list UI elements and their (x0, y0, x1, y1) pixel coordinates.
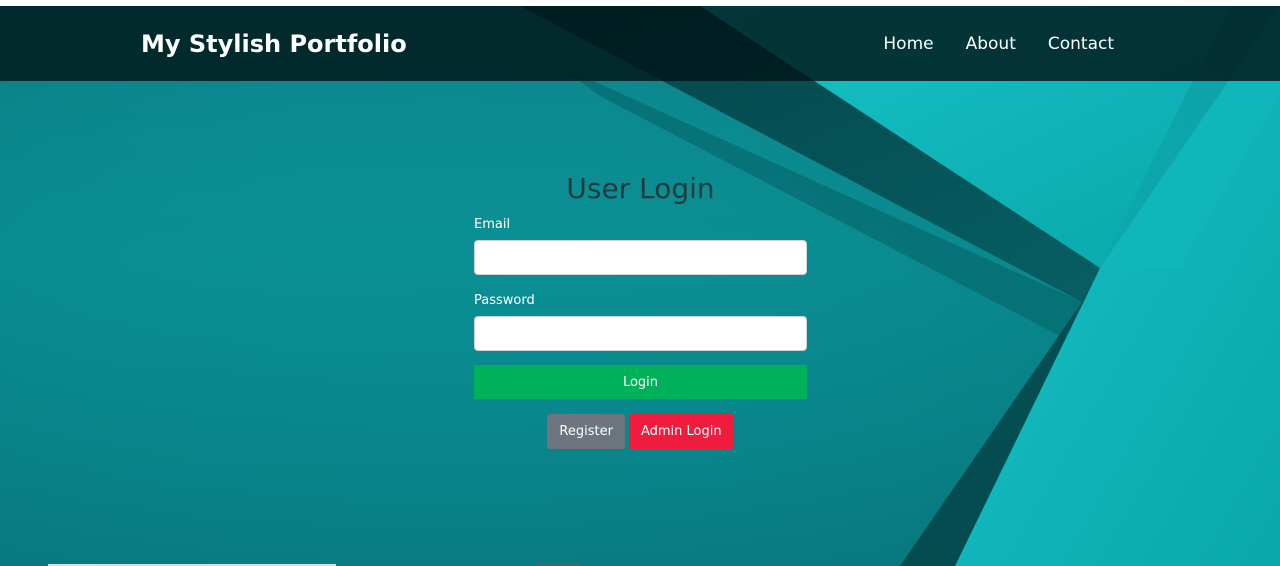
email-label: Email (474, 217, 511, 232)
email-field[interactable] (474, 240, 807, 275)
nav-link-home[interactable]: Home (883, 32, 933, 56)
nav-link-about[interactable]: About (966, 32, 1016, 56)
secondary-actions: Register Admin Login (474, 414, 807, 449)
nav-links: Home About Contact (883, 32, 1114, 56)
page-background: My Stylish Portfolio Home About Contact … (0, 6, 1280, 566)
login-form: User Login Email Password Login Register… (474, 166, 807, 449)
admin-login-button[interactable]: Admin Login (628, 414, 734, 449)
password-field[interactable] (474, 316, 807, 351)
register-button[interactable]: Register (547, 414, 625, 449)
login-title: User Login (566, 172, 715, 205)
login-button[interactable]: Login (474, 365, 807, 399)
navbar: My Stylish Portfolio Home About Contact (0, 6, 1280, 81)
password-label: Password (474, 293, 535, 308)
nav-link-contact[interactable]: Contact (1048, 32, 1114, 56)
brand-title[interactable]: My Stylish Portfolio (141, 28, 407, 60)
